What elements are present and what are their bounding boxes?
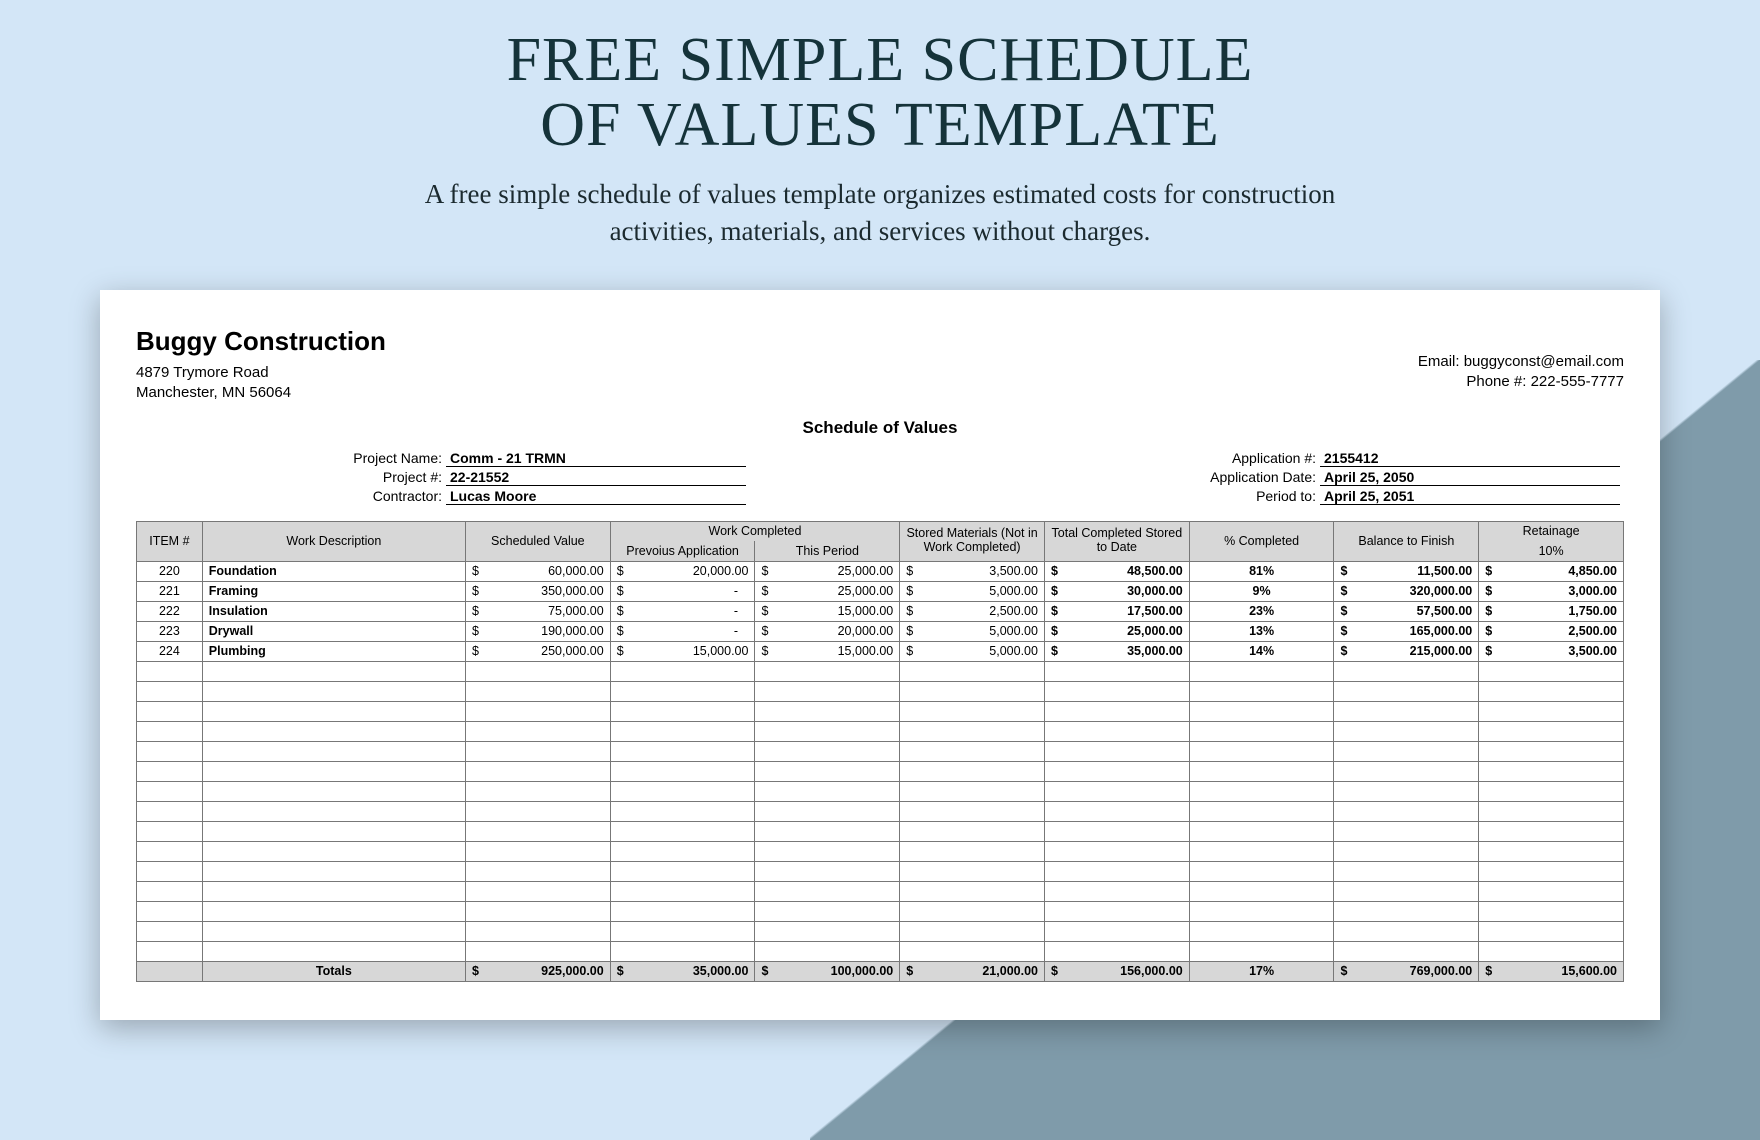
company-addr2: Manchester, MN 56064 <box>136 383 386 403</box>
h-desc: Work Description <box>202 521 465 561</box>
table-row <box>137 921 1624 941</box>
project-no-label: Project #: <box>316 469 446 486</box>
document-preview: Buggy Construction 4879 Trymore Road Man… <box>100 290 1660 1020</box>
h-ret-pct: 10% <box>1479 541 1624 561</box>
table-row <box>137 861 1624 881</box>
project-name: Comm - 21 TRMN <box>446 450 746 467</box>
company-phone: Phone #: 222-555-7777 <box>1418 372 1624 392</box>
app-no: 2155412 <box>1320 450 1620 467</box>
title-line1: FREE SIMPLE SCHEDULE <box>507 26 1254 94</box>
table-row <box>137 741 1624 761</box>
company-block: Buggy Construction 4879 Trymore Road Man… <box>136 324 386 404</box>
table-row: 222 Insulation $75,000.00 $- $15,000.00 … <box>137 601 1624 621</box>
h-ret: Retainage <box>1479 521 1624 541</box>
table-row <box>137 681 1624 701</box>
table-row <box>137 721 1624 741</box>
totals-row: Totals $925,000.00$35,000.00$100,000.00 … <box>137 961 1624 981</box>
table-row <box>137 841 1624 861</box>
table-row <box>137 761 1624 781</box>
table-row <box>137 941 1624 961</box>
h-item: ITEM # <box>137 521 203 561</box>
contractor: Lucas Moore <box>446 488 746 505</box>
period: April 25, 2051 <box>1320 488 1620 505</box>
table-row <box>137 881 1624 901</box>
table-body: 220 Foundation $60,000.00 $20,000.00 $25… <box>137 561 1624 981</box>
doc-header: Buggy Construction 4879 Trymore Road Man… <box>136 324 1624 404</box>
table-row <box>137 781 1624 801</box>
meta-right: Application #:2155412 Application Date:A… <box>1190 450 1620 507</box>
app-date: April 25, 2050 <box>1320 469 1620 486</box>
project-meta: Project Name:Comm - 21 TRMN Project #:22… <box>136 450 1624 507</box>
app-date-label: Application Date: <box>1190 469 1320 486</box>
table-row <box>137 661 1624 681</box>
app-no-label: Application #: <box>1190 450 1320 467</box>
contractor-label: Contractor: <box>316 488 446 505</box>
table-row <box>137 701 1624 721</box>
h-total: Total Completed Stored to Date <box>1044 521 1189 561</box>
hero: FREE SIMPLE SCHEDULE OF VALUES TEMPLATE … <box>0 0 1760 249</box>
subtitle-line1: A free simple schedule of values templat… <box>425 179 1335 209</box>
schedule-table: ITEM # Work Description Scheduled Value … <box>136 521 1624 982</box>
company-addr1: 4879 Trymore Road <box>136 363 386 383</box>
table-row: 224 Plumbing $250,000.00 $15,000.00 $15,… <box>137 641 1624 661</box>
meta-left: Project Name:Comm - 21 TRMN Project #:22… <box>316 450 746 507</box>
table-row <box>137 801 1624 821</box>
h-prev: Prevoius Application <box>610 541 755 561</box>
doc-title: Schedule of Values <box>136 418 1624 438</box>
table-row <box>137 901 1624 921</box>
table-row: 221 Framing $350,000.00 $- $25,000.00 $5… <box>137 581 1624 601</box>
table-row: 220 Foundation $60,000.00 $20,000.00 $25… <box>137 561 1624 581</box>
company-name: Buggy Construction <box>136 324 386 359</box>
company-email: Email: buggyconst@email.com <box>1418 352 1624 372</box>
table-head: ITEM # Work Description Scheduled Value … <box>137 521 1624 561</box>
table-row <box>137 821 1624 841</box>
page-subtitle: A free simple schedule of values templat… <box>0 176 1760 249</box>
h-pct: % Completed <box>1189 521 1334 561</box>
contact-block: Email: buggyconst@email.com Phone #: 222… <box>1418 324 1624 404</box>
h-work-completed: Work Completed <box>610 521 900 541</box>
project-no: 22-21552 <box>446 469 746 486</box>
subtitle-line2: activities, materials, and services with… <box>610 216 1151 246</box>
page-title: FREE SIMPLE SCHEDULE OF VALUES TEMPLATE <box>0 28 1760 158</box>
title-line2: OF VALUES TEMPLATE <box>540 91 1219 159</box>
h-bal: Balance to Finish <box>1334 521 1479 561</box>
h-this: This Period <box>755 541 900 561</box>
period-label: Period to: <box>1190 488 1320 505</box>
project-name-label: Project Name: <box>316 450 446 467</box>
table-row: 223 Drywall $190,000.00 $- $20,000.00 $5… <box>137 621 1624 641</box>
h-sched: Scheduled Value <box>465 521 610 561</box>
h-stored: Stored Materials (Not in Work Completed) <box>900 521 1045 561</box>
